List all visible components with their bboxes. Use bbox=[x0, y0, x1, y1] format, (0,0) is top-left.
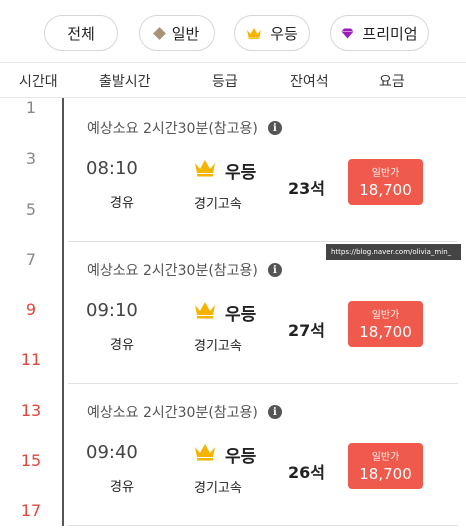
filter-premium-class-button[interactable]: 우등 bbox=[234, 15, 310, 51]
bus-schedule-row[interactable]: 예상소요 2시간30분(참고용) i 09:10 경유 우등 경기고속 27석 … bbox=[68, 244, 458, 384]
fare-amount: 18,700 bbox=[359, 181, 412, 199]
bus-company: 경기고속 bbox=[194, 339, 242, 354]
hour-label[interactable]: 1 bbox=[0, 98, 62, 117]
via-label: 경유 bbox=[110, 196, 134, 211]
departure-time: 08:10 bbox=[86, 158, 138, 179]
grade-label: 우등 bbox=[225, 163, 257, 183]
grade-label: 우등 bbox=[225, 447, 257, 467]
filter-premium-label: 프리미엄 bbox=[362, 24, 418, 43]
crown-icon bbox=[194, 159, 216, 181]
col-timeslot: 시간대 bbox=[19, 74, 58, 90]
blog-watermark: https://blog.naver.com/olivia_min_ bbox=[326, 244, 461, 260]
hour-label[interactable]: 3 bbox=[0, 149, 62, 168]
estimated-duration-text: 예상소요 2시간30분(참고용) bbox=[87, 121, 258, 137]
hour-label[interactable]: 7 bbox=[0, 250, 62, 269]
hour-label[interactable]: 5 bbox=[0, 200, 62, 219]
col-fare: 요금 bbox=[379, 74, 405, 90]
hour-label[interactable]: 11 bbox=[0, 350, 62, 369]
hour-label[interactable]: 17 bbox=[0, 501, 62, 520]
fare-button[interactable]: 일반가 18,700 bbox=[348, 301, 423, 347]
bus-company: 경기고속 bbox=[194, 481, 242, 496]
filter-all-label: 전체 bbox=[67, 24, 95, 43]
info-icon[interactable]: i bbox=[267, 263, 282, 277]
remaining-seats: 23석 bbox=[288, 179, 325, 198]
fare-amount: 18,700 bbox=[359, 465, 412, 483]
hour-label[interactable]: 13 bbox=[0, 401, 62, 420]
info-icon[interactable]: i bbox=[267, 121, 282, 135]
estimated-duration: 예상소요 2시간30분(참고용) i bbox=[87, 260, 282, 280]
estimated-duration: 예상소요 2시간30분(참고용) i bbox=[87, 118, 282, 138]
departure-time: 09:40 bbox=[86, 442, 138, 463]
departure-time: 09:10 bbox=[86, 300, 138, 321]
gem-icon bbox=[341, 28, 354, 39]
fare-type: 일반가 bbox=[371, 452, 400, 463]
filter-standard-button[interactable]: 일반 bbox=[139, 15, 215, 51]
fare-type: 일반가 bbox=[371, 168, 400, 179]
fare-amount: 18,700 bbox=[359, 323, 412, 341]
column-header: 시간대 출발시간 등급 잔여석 요금 bbox=[0, 62, 466, 98]
col-departure: 출발시간 bbox=[99, 74, 151, 90]
hour-label[interactable]: 9 bbox=[0, 300, 62, 319]
estimated-duration-text: 예상소요 2시간30분(참고용) bbox=[87, 405, 258, 421]
filter-standard-label: 일반 bbox=[171, 24, 200, 43]
estimated-duration: 예상소요 2시간30분(참고용) i bbox=[87, 402, 282, 422]
remaining-seats: 27석 bbox=[288, 321, 325, 340]
col-grade: 등급 bbox=[212, 74, 238, 90]
diamond-icon bbox=[152, 26, 166, 40]
hour-label[interactable]: 15 bbox=[0, 451, 62, 470]
fare-type: 일반가 bbox=[371, 310, 400, 321]
info-icon[interactable]: i bbox=[267, 405, 282, 419]
crown-icon bbox=[194, 443, 216, 465]
remaining-seats: 26석 bbox=[288, 463, 325, 482]
timeline-line bbox=[62, 98, 64, 526]
via-label: 경유 bbox=[110, 338, 134, 353]
bus-company: 경기고속 bbox=[194, 197, 242, 212]
crown-icon bbox=[194, 301, 216, 323]
col-seats: 잔여석 bbox=[290, 74, 329, 90]
via-label: 경유 bbox=[110, 480, 134, 495]
fare-button[interactable]: 일반가 18,700 bbox=[348, 443, 423, 489]
filter-premium-button[interactable]: 프리미엄 bbox=[330, 15, 429, 51]
bus-schedule-row[interactable]: 예상소요 2시간30분(참고용) i 08:10 경유 우등 경기고속 23석 … bbox=[68, 102, 458, 242]
grade-label: 우등 bbox=[225, 305, 257, 325]
bus-schedule-row[interactable]: 예상소요 2시간30분(참고용) i 09:40 경유 우등 경기고속 26석 … bbox=[68, 386, 458, 526]
filter-all-button[interactable]: 전체 bbox=[44, 15, 118, 51]
crown-icon bbox=[246, 27, 262, 39]
fare-button[interactable]: 일반가 18,700 bbox=[348, 159, 423, 205]
filter-premium-class-label: 우등 bbox=[270, 24, 298, 43]
estimated-duration-text: 예상소요 2시간30분(참고용) bbox=[87, 263, 258, 279]
grade-filter-bar: 전체 일반 우등 프리미엄 bbox=[0, 0, 466, 62]
